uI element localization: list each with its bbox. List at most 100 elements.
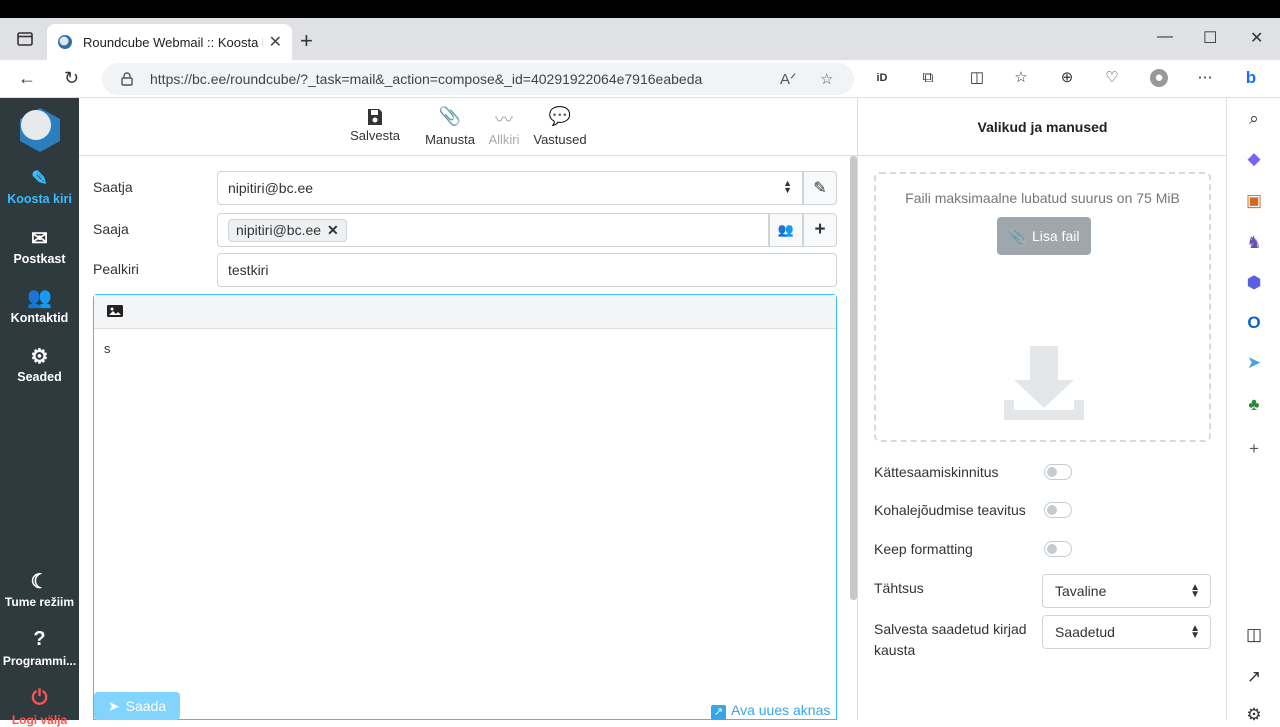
nav-mailbox-label: Postkast [13,252,66,266]
delivery-notice-label: Kohalejõudmise teavitus [874,502,1026,518]
extensions-icon[interactable]: ⧉ [919,69,937,87]
contacts-icon: 👥 [777,222,795,237]
outlook-icon[interactable]: O [1243,312,1265,334]
gear-icon: ⚙ [30,346,49,368]
read-receipt-label: Kättesaamiskinnitus [874,464,999,480]
tab-actions-icon[interactable] [16,30,34,48]
contacts-picker-button[interactable]: 👥 [769,213,803,247]
from-select[interactable]: nipitiri@bc.ee ▲ ▼ [217,171,803,205]
save-sent-value: Saadetud [1055,624,1115,640]
from-value: nipitiri@bc.ee [228,180,314,196]
max-size-hint: Faili maksimaalne lubatud suurus on 75 M… [905,190,1180,206]
plus-icon: + [814,219,826,240]
nav-about[interactable]: ? Programmi... [0,628,79,668]
close-window-icon[interactable]: ✕ [1250,28,1263,48]
send-icon[interactable]: ➤ [1243,352,1265,374]
nav-logout[interactable]: ⏻ Logi välja [0,687,79,727]
tab-close-icon[interactable]: ✕ [269,32,282,52]
roundcube-logo [20,108,60,152]
paper-plane-icon: ➤ [107,697,120,714]
favorites-icon[interactable]: ☆ [1012,69,1030,87]
to-input[interactable]: nipitiri@bc.ee ✕ [217,213,769,247]
recipient-chip[interactable]: nipitiri@bc.ee ✕ [228,218,347,242]
save-sent-row: Salvesta saadetud kirjad kausta Saadetud… [874,615,1211,659]
image-icon[interactable] [106,303,124,319]
search-icon[interactable]: ⌕ [1243,108,1265,130]
reload-icon[interactable]: ↻ [64,68,79,89]
shopping-tag-icon[interactable]: ◆ [1243,148,1265,170]
add-file-button[interactable]: 📎 Lisa fail [997,217,1091,255]
remove-recipient-icon[interactable]: ✕ [327,222,339,238]
send-button[interactable]: ➤ Saada [94,692,180,720]
message-body[interactable]: s [94,329,836,368]
compose-toolbar: Salvesta 📎 Manusta 〰 Allkiri 💬 Vastused [79,98,857,156]
bing-copilot-icon[interactable]: b [1242,69,1260,87]
responses-button[interactable]: 💬 Vastused [532,106,588,147]
priority-select[interactable]: Tavaline ▲ ▼ [1042,574,1211,608]
maximize-icon[interactable]: ☐ [1203,28,1217,48]
read-aloud-icon[interactable]: Aᐟ [780,70,796,88]
split-screen-icon[interactable]: ◫ [968,69,986,87]
from-label: Saatja [93,179,133,195]
id-extension-icon[interactable]: iD [873,69,891,87]
subject-value: testkiri [228,262,269,278]
toolbox-icon[interactable]: ▣ [1243,190,1265,212]
app-nav: ✎ Koosta kiri ✉ Postkast 👥 Kontaktid ⚙ S… [0,98,79,727]
browser-essentials-icon[interactable]: ♡ [1103,69,1121,87]
to-row: Saaja nipitiri@bc.ee ✕ 👥 + [93,213,837,247]
envelope-icon: ✉ [31,228,48,250]
sidebar-settings-icon[interactable]: ⚙ [1243,704,1265,726]
open-new-window-label: Ava uues aknas [731,702,831,718]
download-icon [1004,346,1084,420]
browser-tab[interactable]: Roundcube Webmail :: Koosta kir ✕ [47,24,292,60]
nav-compose[interactable]: ✎ Koosta kiri [0,166,79,206]
nav-settings-label: Seaded [17,370,62,384]
nav-contacts[interactable]: 👥 Kontaktid [0,285,79,325]
nav-settings[interactable]: ⚙ Seaded [0,344,79,384]
edit-identity-button[interactable]: ✎ [803,171,837,205]
collections-icon[interactable]: ⊕ [1058,69,1076,87]
nav-logout-label: Logi välja [11,713,68,727]
tree-icon[interactable]: ♣ [1243,394,1265,416]
subject-input[interactable]: testkiri [217,253,837,287]
question-icon: ? [33,628,46,650]
message-editor[interactable]: s [93,294,837,720]
attach-button[interactable]: 📎 Manusta [423,106,477,147]
favorite-star-icon[interactable]: ☆ [820,70,833,88]
save-button[interactable]: Salvesta [347,106,403,143]
signature-button[interactable]: 〰 Allkiri [486,106,522,147]
compose-scrollbar[interactable] [850,156,857,600]
read-receipt-toggle[interactable] [1044,464,1072,480]
external-link-icon: ↗ [711,705,726,720]
profile-avatar[interactable]: ● [1150,69,1168,87]
open-external-icon[interactable]: ↗ [1243,666,1265,688]
paperclip-icon: 📎 [1008,227,1026,244]
add-header-button[interactable]: + [803,213,837,247]
nav-mailbox[interactable]: ✉ Postkast [0,226,79,266]
priority-row: Tähtsus Tavaline ▲ ▼ [874,574,1211,608]
keep-formatting-toggle[interactable] [1044,541,1072,557]
recipient-chip-label: nipitiri@bc.ee [236,221,322,238]
priority-label: Tähtsus [874,580,924,596]
sidebar-layout-icon[interactable]: ◫ [1243,624,1265,646]
office-icon[interactable]: ⬢ [1243,272,1265,294]
new-tab-icon[interactable]: + [300,28,313,54]
attachment-dropzone[interactable]: Faili maksimaalne lubatud suurus on 75 M… [874,172,1211,442]
nav-about-label: Programmi... [2,654,77,668]
back-icon[interactable]: ← [18,68,36,89]
add-sidebar-item-icon[interactable]: + [1243,438,1265,460]
games-icon[interactable]: ♞ [1243,232,1265,254]
nav-dark-mode-label: Tume režiim [4,595,75,609]
add-file-label: Lisa fail [1031,228,1080,244]
delivery-notice-toggle[interactable] [1044,502,1072,518]
save-sent-select[interactable]: Saadetud ▲ ▼ [1042,615,1211,649]
nav-dark-mode[interactable]: ☾ Tume režiim [0,569,79,609]
url-text: https://bc.ee/roundcube/?_task=mail&_act… [150,71,703,87]
more-menu-icon[interactable]: ⋯ [1196,69,1214,87]
open-new-window-link[interactable]: ↗ Ava uues aknas [711,702,830,720]
signature-icon: 〰 [495,110,513,130]
compose-main: Salvesta 📎 Manusta 〰 Allkiri 💬 Vastused … [79,98,857,720]
delivery-notice-row: Kohalejõudmise teavitus [874,500,1211,521]
url-field[interactable]: https://bc.ee/roundcube/?_task=mail&_act… [102,63,854,95]
minimize-icon[interactable]: — [1157,28,1173,46]
